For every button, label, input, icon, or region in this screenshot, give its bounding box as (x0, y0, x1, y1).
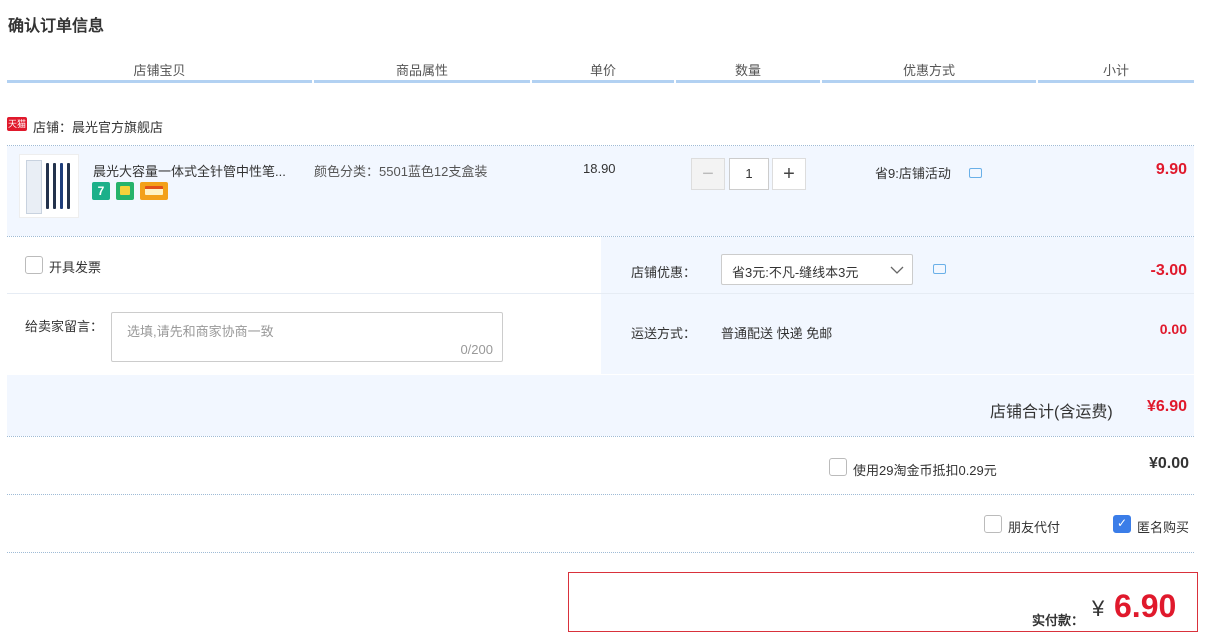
invoice-label: 开具发票 (49, 260, 102, 275)
payment-amount: 6.90 (1114, 588, 1177, 624)
message-counter: 0/200 (460, 342, 493, 357)
quantity-increase-button[interactable]: + (772, 158, 806, 190)
service-badge-card[interactable] (140, 182, 168, 200)
friend-pay-checkbox[interactable] (984, 515, 1002, 533)
tmall-icon: 天猫 (7, 117, 27, 131)
anonymous-label: 匿名购买 (1137, 520, 1190, 535)
shop-discount-select[interactable]: 省3元:不凡-缝线本3元 (721, 254, 913, 285)
divider (7, 552, 1194, 553)
product-attribute: 颜色分类：5501蓝色12支盒装 (314, 164, 488, 179)
shipping-method: 普通配送 快递 免邮 (721, 326, 833, 341)
header-underline (676, 80, 820, 83)
message-label: 给卖家留言： (25, 319, 104, 334)
quantity-input[interactable]: 1 (729, 158, 769, 190)
divider (601, 293, 1194, 294)
invoice-checkbox[interactable] (25, 256, 43, 274)
coins-label: 使用29淘金币抵扣0.29元 (853, 463, 997, 478)
divider (7, 494, 1194, 495)
product-name-link[interactable]: 晨光大容量一体式全针管中性笔... (93, 161, 308, 180)
shop-total-label: 店铺合计(含运费) (990, 404, 1113, 421)
shipping-amount: 0.00 (1159, 321, 1187, 337)
chat-icon[interactable] (969, 168, 982, 178)
payment-currency: ¥ (1092, 596, 1105, 621)
column-attribute: 商品属性 (395, 63, 448, 78)
chat-icon[interactable] (933, 264, 946, 274)
shop-name-link[interactable]: 店铺：晨光官方旗舰店 (33, 117, 163, 136)
shop-discount-amount: -3.00 (1150, 262, 1187, 279)
divider (7, 293, 601, 294)
message-placeholder: 选填,请先和商家协商一致 (127, 324, 274, 339)
anonymous-checkbox[interactable]: ✓ (1113, 515, 1131, 533)
product-thumbnail[interactable] (19, 154, 79, 218)
unit-price: 18.90 (583, 161, 616, 176)
header-underline (314, 80, 530, 83)
coins-amount: ¥0.00 (1148, 455, 1189, 472)
item-row (7, 146, 1194, 236)
column-unit-price: 单价 (589, 63, 616, 78)
item-subtotal: 9.90 (1155, 161, 1187, 178)
shop-discount-label: 店铺优惠： (631, 265, 697, 280)
column-shop-item: 店铺宝贝 (133, 63, 186, 78)
header-underline (7, 80, 312, 83)
coins-checkbox[interactable] (829, 458, 847, 476)
shipping-label: 运送方式： (631, 326, 697, 341)
service-badge-seven-day[interactable]: 7 (92, 182, 110, 200)
discount-info: 省9:店铺活动 (875, 166, 951, 181)
header-underline (822, 80, 1036, 83)
service-badge-guarantee[interactable] (116, 182, 134, 200)
header-underline (1038, 80, 1194, 83)
divider (7, 436, 1194, 437)
shop-total-amount: ¥6.90 (1146, 398, 1187, 415)
column-subtotal: 小计 (1102, 63, 1129, 78)
friend-pay-label: 朋友代付 (1008, 520, 1061, 535)
page-title: 确认订单信息 (8, 18, 105, 35)
column-discount: 优惠方式 (902, 63, 955, 78)
chevron-down-icon (890, 266, 904, 274)
payment-label: 实付款： (1032, 613, 1085, 628)
quantity-decrease-button[interactable]: − (691, 158, 725, 190)
column-quantity: 数量 (734, 63, 761, 78)
header-underline (532, 80, 674, 83)
message-textarea[interactable]: 选填,请先和商家协商一致 0/200 (111, 312, 503, 362)
shop-discount-value: 省3元:不凡-缝线本3元 (732, 265, 859, 280)
